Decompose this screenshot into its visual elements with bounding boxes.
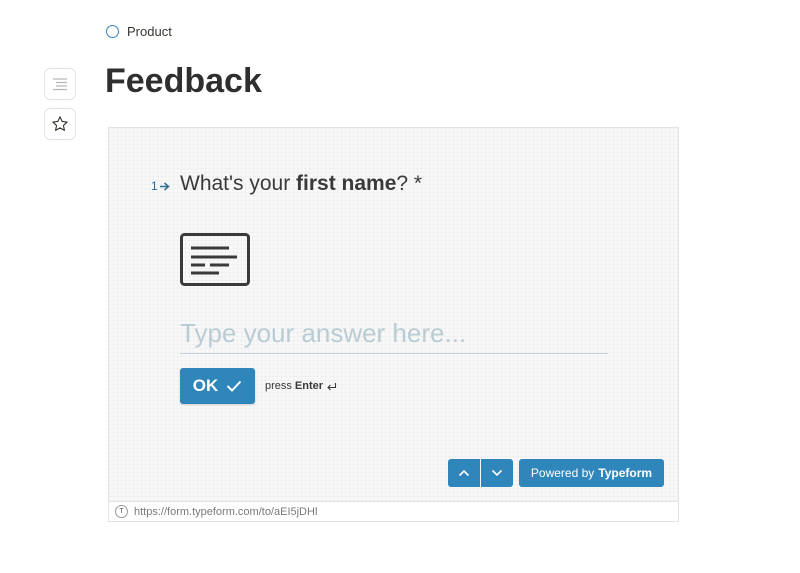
powered-prefix: Powered by (530, 466, 595, 480)
arrow-right-icon (159, 181, 170, 191)
question-navigation (448, 459, 513, 487)
ok-label: OK (192, 376, 219, 395)
page-title: Feedback (105, 62, 262, 100)
table-of-contents-icon (53, 78, 67, 91)
question-prefix: What's your (180, 172, 297, 195)
breadcrumb-label: Product (127, 24, 172, 39)
typeform-embed[interactable]: 1 What's your first name? * OK press Ent… (108, 127, 679, 522)
question-text: What's your first name? * (180, 172, 422, 196)
question-emphasis: first name (296, 172, 397, 195)
table-of-contents-button[interactable] (44, 68, 76, 100)
question-number: 1 (151, 179, 170, 193)
checkmark-icon (227, 380, 242, 392)
powered-by-typeform-button[interactable]: Powered by Typeform (519, 459, 664, 487)
favorite-button[interactable] (44, 108, 76, 140)
powered-brand: Typeform (598, 466, 653, 480)
return-key-icon (327, 382, 337, 390)
embed-url-bar[interactable]: T https://form.typeform.com/to/aEI5jDHl (109, 501, 678, 521)
chevron-up-icon (458, 469, 470, 477)
previous-question-button[interactable] (448, 459, 480, 487)
chevron-down-icon (491, 469, 503, 477)
press-enter-hint: press Enter (265, 380, 337, 392)
star-icon (52, 116, 68, 131)
page-circle-icon (106, 25, 119, 38)
breadcrumb[interactable]: Product (106, 24, 172, 39)
next-question-button[interactable] (481, 459, 513, 487)
enter-label: Enter (294, 380, 324, 392)
press-label: press (265, 380, 292, 392)
typeform-favicon-icon: T (115, 505, 128, 518)
embed-url[interactable]: https://form.typeform.com/to/aEI5jDHl (134, 506, 317, 518)
question-suffix: ? * (396, 172, 423, 195)
question-number-value: 1 (151, 179, 158, 193)
id-card-icon (180, 233, 250, 286)
answer-input[interactable] (180, 314, 608, 354)
ok-button[interactable]: OK (180, 368, 255, 404)
